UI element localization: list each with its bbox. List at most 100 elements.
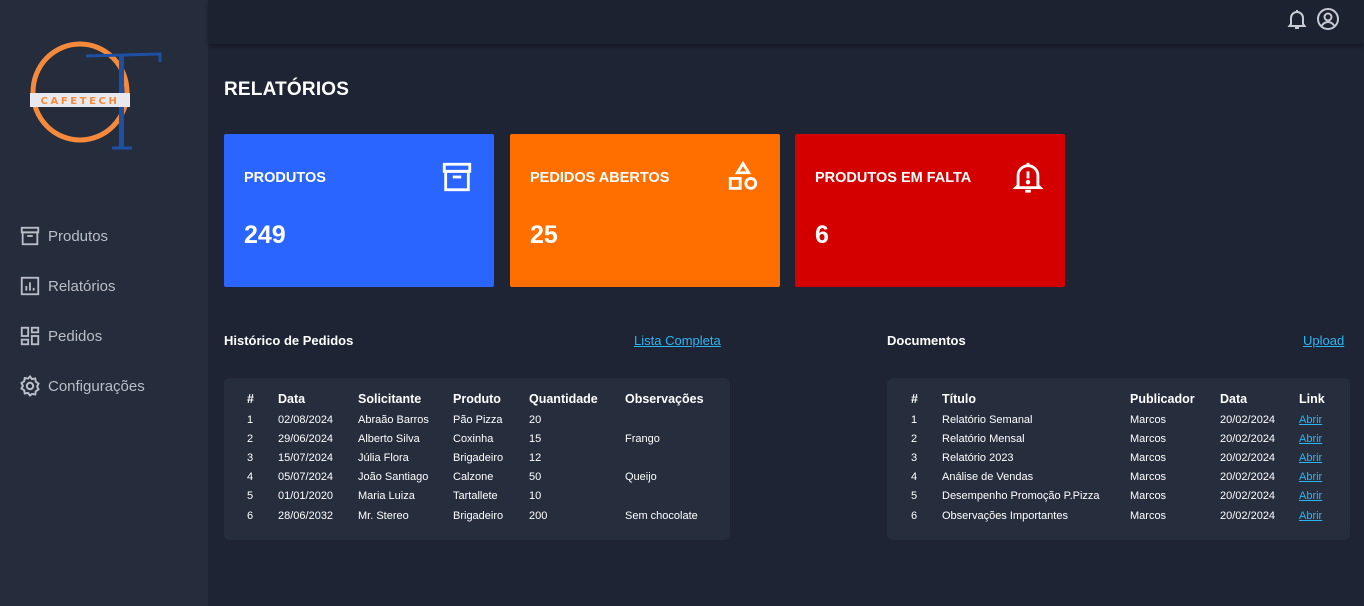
table-cell: Júlia Flora xyxy=(358,451,409,464)
column-header: Solicitante xyxy=(358,392,422,406)
cafetech-logo: CAFETECH xyxy=(30,41,162,150)
table-row: 1 Relatório Semanal Marcos 20/02/2024 Ab… xyxy=(911,410,1339,429)
card-label: PRODUTOS xyxy=(244,170,326,186)
svg-text:CAFETECH: CAFETECH xyxy=(41,96,120,107)
table-cell: 20/02/2024 xyxy=(1220,432,1276,445)
table-cell: João Santiago xyxy=(358,471,429,484)
sidebar-item-label: Produtos xyxy=(48,227,109,245)
table-cell: Abrir xyxy=(1299,429,1339,448)
table-cell: Abrir xyxy=(1299,410,1339,429)
table-row: 6 Observações Importantes Marcos 20/02/2… xyxy=(911,506,1339,525)
table-cell: 1 xyxy=(247,413,254,426)
sidebar-item-label: Pedidos xyxy=(48,327,103,345)
table-cell: Abrir xyxy=(1299,487,1339,506)
open-document-link[interactable]: Abrir xyxy=(1299,510,1322,522)
table-cell: 12 xyxy=(529,451,542,464)
table-cell: 3 xyxy=(911,451,918,464)
orders-table-panel: # Data Solicitante Produto Quantidade Ob… xyxy=(224,378,730,540)
table-row: 3 15/07/2024 Júlia Flora Brigadeiro 12 xyxy=(247,448,715,467)
column-header: Publicador xyxy=(1130,392,1195,406)
table-row: 3 Relatório 2023 Marcos 20/02/2024 Abrir xyxy=(911,448,1339,467)
dashboard-icon xyxy=(18,324,42,348)
table-header-row: # Data Solicitante Produto Quantidade Ob… xyxy=(247,392,715,410)
column-header: Quantidade xyxy=(529,392,598,406)
table-row: 5 01/01/2020 Maria Luiza Tartallete 10 xyxy=(247,487,715,506)
table-cell: Calzone xyxy=(453,471,494,484)
table-cell: 4 xyxy=(247,471,254,484)
card-label: PRODUTOS EM FALTA xyxy=(815,170,972,186)
table-cell: Análise de Vendas xyxy=(942,471,1034,484)
table-cell: 5 xyxy=(911,490,918,503)
sidebar-item-pedidos[interactable]: Pedidos xyxy=(18,321,102,351)
table-cell: 1 xyxy=(911,413,918,426)
full-list-link[interactable]: Lista Completa xyxy=(634,333,721,348)
table-cell: 20/02/2024 xyxy=(1220,490,1276,503)
top-bar xyxy=(208,0,1364,44)
table-row: 4 05/07/2024 João Santiago Calzone 50 Qu… xyxy=(247,468,715,487)
sidebar: CAFETECH Produtos Relatórios Pedidos Con… xyxy=(0,0,208,606)
card-pedidos-abertos[interactable]: PEDIDOS ABERTOS 25 xyxy=(510,134,780,287)
open-document-link[interactable]: Abrir xyxy=(1299,490,1322,502)
table-cell: 28/06/2032 xyxy=(278,509,334,522)
table-cell: Marcos xyxy=(1130,432,1167,445)
column-header: Produto xyxy=(453,392,501,406)
table-cell: 20/02/2024 xyxy=(1220,413,1276,426)
page-title: RELATÓRIOS xyxy=(224,79,350,100)
table-row: 6 28/06/2032 Mr. Stereo Brigadeiro 200 S… xyxy=(247,506,715,525)
card-value: 6 xyxy=(815,221,829,249)
table-cell: Alberto Silva xyxy=(358,432,420,445)
table-header-row: # Título Publicador Data Link xyxy=(911,392,1339,410)
table-cell: Tartallete xyxy=(453,490,498,503)
table-row: 4 Análise de Vendas Marcos 20/02/2024 Ab… xyxy=(911,468,1339,487)
sidebar-item-configuracoes[interactable]: Configurações xyxy=(18,371,145,401)
sidebar-item-relatorios[interactable]: Relatórios xyxy=(18,271,116,301)
upload-link[interactable]: Upload xyxy=(1303,333,1344,348)
table-cell: Queijo xyxy=(625,471,657,484)
table-cell: 02/08/2024 xyxy=(278,413,334,426)
table-cell: Marcos xyxy=(1130,451,1167,464)
orders-table: # Data Solicitante Produto Quantidade Ob… xyxy=(247,392,715,525)
documents-title: Documentos xyxy=(887,333,966,348)
table-cell: 20 xyxy=(529,413,542,426)
table-cell: Marcos xyxy=(1130,471,1167,484)
table-cell: Relatório Mensal xyxy=(942,432,1025,445)
table-cell xyxy=(625,448,715,467)
open-document-link[interactable]: Abrir xyxy=(1299,471,1322,483)
sidebar-item-produtos[interactable]: Produtos xyxy=(18,221,108,251)
table-row: 1 02/08/2024 Abraão Barros Pão Pizza 20 xyxy=(247,410,715,429)
table-cell: 10 xyxy=(529,490,542,503)
column-header: Data xyxy=(278,392,306,406)
table-cell: 05/07/2024 xyxy=(278,471,334,484)
table-cell: Maria Luiza xyxy=(358,490,415,503)
bell-icon[interactable] xyxy=(1285,7,1309,31)
table-cell: Marcos xyxy=(1130,509,1167,522)
table-cell: Marcos xyxy=(1130,413,1167,426)
card-produtos[interactable]: PRODUTOS 249 xyxy=(224,134,494,287)
documents-table-panel: # Título Publicador Data Link 1 Relatóri… xyxy=(887,378,1350,540)
bar-chart-icon xyxy=(18,274,42,298)
table-cell: 200 xyxy=(529,509,548,522)
table-cell: Desempenho Promoção P.Pizza xyxy=(942,490,1100,503)
column-header: # xyxy=(911,392,918,406)
table-cell: Observações Importantes xyxy=(942,509,1068,522)
table-cell: 15 xyxy=(529,432,542,445)
table-cell: 29/06/2024 xyxy=(278,432,334,445)
card-value: 249 xyxy=(244,221,286,249)
table-cell: Coxinha xyxy=(453,432,494,445)
open-document-link[interactable]: Abrir xyxy=(1299,452,1322,464)
table-cell: 6 xyxy=(247,509,254,522)
table-cell: 20/02/2024 xyxy=(1220,509,1276,522)
table-cell: Brigadeiro xyxy=(453,451,504,464)
column-header: Observações xyxy=(625,392,704,406)
archive-icon xyxy=(18,224,42,248)
open-document-link[interactable]: Abrir xyxy=(1299,414,1322,426)
documents-table: # Título Publicador Data Link 1 Relatóri… xyxy=(911,392,1339,525)
card-produtos-em-falta[interactable]: PRODUTOS EM FALTA 6 xyxy=(795,134,1065,287)
table-cell: 3 xyxy=(247,451,254,464)
user-circle-icon[interactable] xyxy=(1316,7,1340,31)
open-document-link[interactable]: Abrir xyxy=(1299,433,1322,445)
table-cell: 50 xyxy=(529,471,542,484)
table-cell: Pão Pizza xyxy=(453,413,503,426)
table-cell: Marcos xyxy=(1130,490,1167,503)
shapes-icon xyxy=(728,160,758,190)
